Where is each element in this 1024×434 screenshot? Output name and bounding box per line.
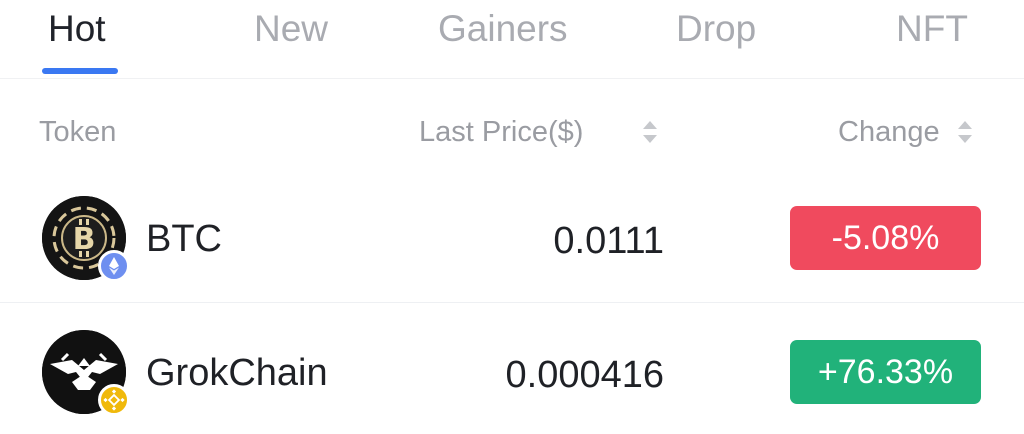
token-name: BTC [146,218,222,260]
market-tabs: Hot New Gainers Drop NFT [0,0,1024,79]
tab-gainers[interactable]: Gainers [438,4,568,54]
column-header-change[interactable]: Change [838,110,940,154]
sort-change-icon[interactable] [956,117,974,147]
token-price: 0.0111 [553,220,664,262]
change-badge-negative[interactable]: -5.08% [790,206,981,270]
bnb-chain-icon [98,384,130,416]
svg-text:B: B [73,222,96,257]
active-tab-indicator [42,68,118,74]
ethereum-chain-icon [98,250,130,282]
token-price: 0.000416 [505,354,665,396]
row-divider [0,302,1024,303]
column-header-last-price[interactable]: Last Price($) [419,110,583,154]
tab-drop[interactable]: Drop [676,4,756,54]
tab-nft[interactable]: NFT [896,4,968,54]
column-header-token: Token [39,116,117,148]
grokchain-logo-icon [42,330,130,416]
table-row[interactable]: GrokChain 0.000416 +76.33% [0,306,1024,434]
sort-price-icon[interactable] [641,117,659,147]
tab-hot[interactable]: Hot [48,4,106,54]
change-badge-positive[interactable]: +76.33% [790,340,981,404]
table-row[interactable]: B BTC 0.0111 -5.08% [0,176,1024,304]
tab-new[interactable]: New [254,4,328,54]
market-list-screen: Hot New Gainers Drop NFT Token Last Pric… [0,0,1024,434]
bitcoin-coin-icon: B [42,196,130,282]
token-name: GrokChain [146,352,328,394]
